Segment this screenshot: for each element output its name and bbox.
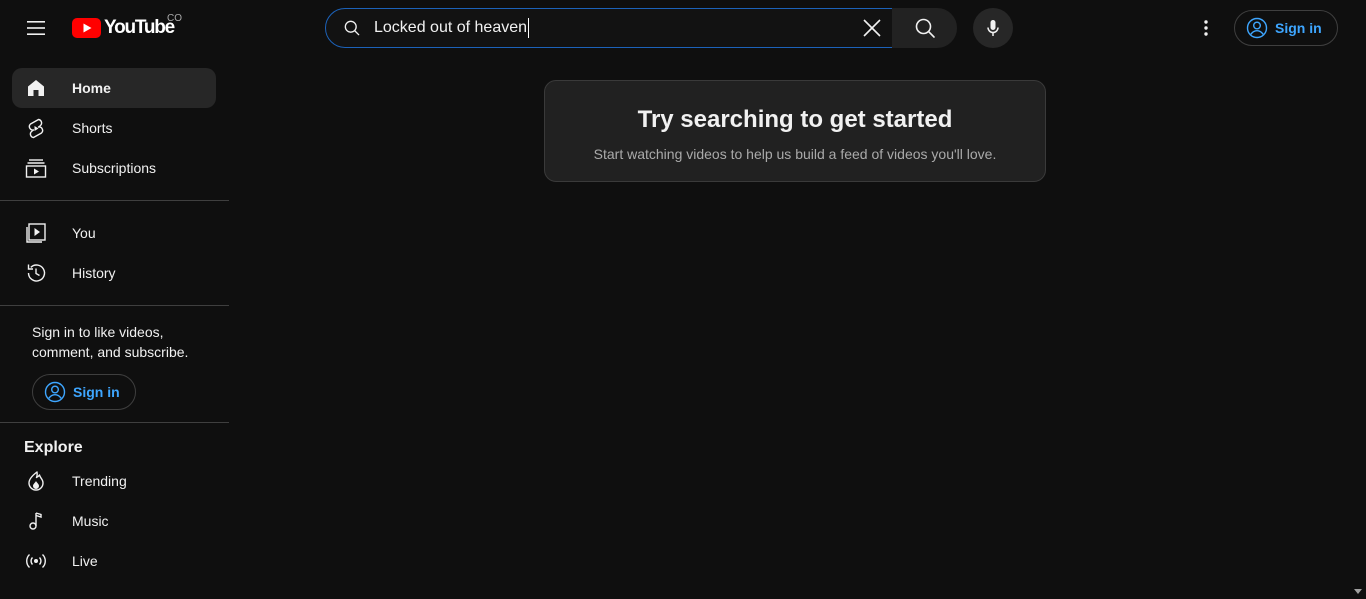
logo-text: YouTube [104, 17, 175, 38]
sidebar-divider [0, 422, 229, 423]
sidebar-item-label: Music [72, 513, 109, 529]
sidebar-item-label: History [72, 265, 116, 281]
feed-empty-state-card: Try searching to get started Start watch… [544, 80, 1046, 182]
masthead: YouTube CO Locked out of heaven Sign in [0, 0, 1366, 56]
subscriptions-icon [24, 156, 48, 180]
sidebar-signin-section: Sign in to like videos, comment, and sub… [0, 318, 229, 410]
empty-state-title: Try searching to get started [637, 106, 953, 133]
sidebar-divider [0, 200, 229, 201]
text-caret [528, 18, 530, 38]
signin-prompt-text: Sign in to like videos, comment, and sub… [32, 324, 189, 360]
sidebar-item-subscriptions[interactable]: Subscriptions [12, 148, 216, 188]
search-icon [344, 20, 360, 36]
mic-icon [987, 20, 999, 36]
voice-search-button[interactable] [973, 8, 1013, 48]
youtube-play-logo-icon [72, 18, 101, 38]
sidebar-item-live[interactable]: Live [12, 541, 216, 581]
account-circle-icon [44, 381, 66, 403]
sidebar-divider [0, 305, 229, 306]
clear-search-button[interactable] [852, 8, 892, 48]
history-icon [24, 261, 48, 285]
search-box: Locked out of heaven [325, 8, 893, 48]
menu-icon [27, 21, 45, 35]
live-icon [24, 549, 48, 573]
sidebar-item-label: Trending [72, 473, 127, 489]
sidebar-item-music[interactable]: Music [12, 501, 216, 541]
sidebar-item-home[interactable]: Home [12, 68, 216, 108]
sign-in-label: Sign in [1275, 20, 1322, 36]
more-vert-icon [1204, 20, 1208, 36]
clear-icon [863, 19, 881, 37]
home-icon [24, 76, 48, 100]
sidebar-item-label: Shorts [72, 120, 113, 136]
sidebar-item-shorts[interactable]: Shorts [12, 108, 216, 148]
sidebar-item-label: You [72, 225, 96, 241]
empty-state-subtitle: Start watching videos to help us build a… [593, 146, 997, 162]
sidebar-item-label: Live [72, 553, 98, 569]
explore-heading: Explore [24, 439, 83, 456]
guide-menu-button[interactable] [16, 8, 56, 48]
country-code: CO [167, 13, 182, 24]
sidebar-item-label: Home [72, 80, 111, 96]
scroll-down-arrow-icon[interactable] [1354, 589, 1362, 595]
youtube-logo[interactable]: YouTube [72, 14, 175, 42]
sidebar-item-history[interactable]: History [12, 253, 216, 293]
shorts-icon [24, 116, 48, 140]
sidebar-item-you[interactable]: You [12, 213, 216, 253]
sidebar-item-trending[interactable]: Trending [12, 461, 216, 501]
search-query-text: Locked out of heaven [374, 19, 528, 36]
sign-in-label: Sign in [73, 384, 120, 400]
search-icon [915, 18, 935, 38]
music-icon [24, 509, 48, 533]
trending-icon [24, 469, 48, 493]
account-circle-icon [1246, 17, 1268, 39]
search-button[interactable] [892, 8, 957, 48]
search-input[interactable]: Locked out of heaven [374, 9, 852, 47]
header-sign-in-button[interactable]: Sign in [1234, 10, 1338, 46]
guide-sidebar: Home Shorts Subscriptions You History Si… [0, 56, 229, 599]
sidebar-item-label: Subscriptions [72, 160, 157, 176]
settings-more-button[interactable] [1186, 8, 1226, 48]
sidebar-sign-in-button[interactable]: Sign in [32, 374, 136, 410]
you-icon [24, 221, 48, 245]
